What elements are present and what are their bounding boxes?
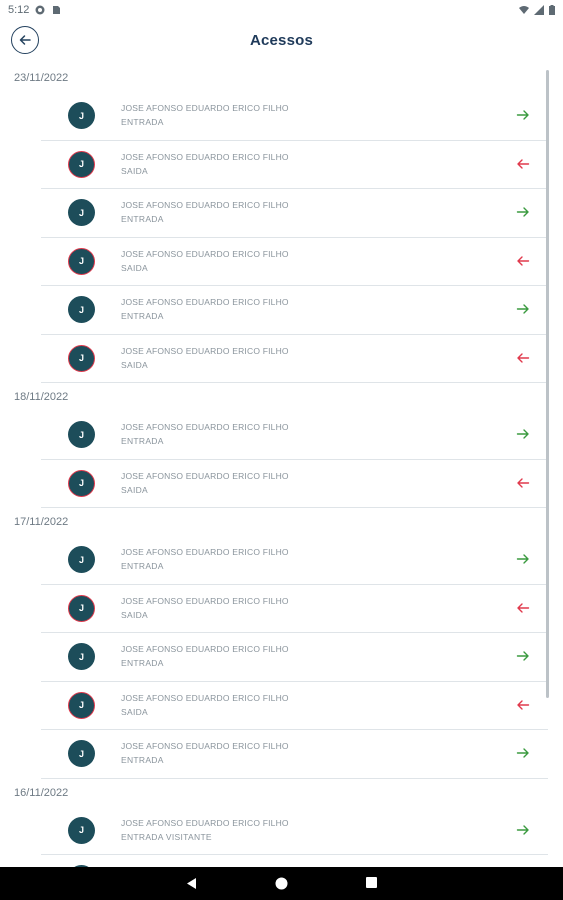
access-row[interactable]: J JOSE AFONSO EDUARDO ERICO FILHO SAIDA — [41, 682, 548, 730]
access-row[interactable]: J JOSE AFONSO EDUARDO ERICO FILHO ENTRADA — [41, 411, 548, 460]
access-row[interactable]: JJOSE AFONSO EDUARDO ERICO FILHOENTRADA — [41, 855, 548, 867]
person-name: JOSE AFONSO EDUARDO ERICO FILHO — [121, 741, 289, 751]
access-type: ENTRADA — [121, 214, 164, 224]
scrollbar[interactable] — [546, 70, 549, 698]
arrow-right-icon — [516, 110, 529, 120]
avatar: J — [68, 150, 95, 178]
person-name: JOSE AFONSO EDUARDO ERICO FILHO — [121, 644, 289, 654]
app-bar: Acessos — [0, 20, 563, 64]
avatar: J — [68, 296, 95, 323]
arrow-right-icon — [516, 207, 529, 217]
access-type: ENTRADA — [121, 311, 164, 321]
person-name: JOSE AFONSO EDUARDO ERICO FILHO — [121, 345, 289, 356]
person-name: JOSE AFONSO EDUARDO ERICO FILHO — [121, 103, 289, 113]
arrow-right-icon — [516, 748, 529, 758]
access-row[interactable]: J JOSE AFONSO EDUARDO ERICO FILHO ENTRADA — [41, 92, 548, 141]
sync-icon — [35, 5, 45, 15]
person-name: JOSE AFONSO EDUARDO ERICO FILHO — [121, 470, 289, 481]
nav-home-icon[interactable] — [275, 877, 288, 890]
access-type: SAIDA — [121, 165, 149, 176]
status-bar: 5:12 — [0, 0, 563, 20]
nav-back-icon[interactable] — [185, 877, 197, 890]
arrow-right-icon — [516, 429, 529, 439]
arrow-left-icon — [517, 477, 530, 488]
person-name: JOSE AFONSO EDUARDO ERICO FILHO — [121, 422, 289, 432]
person-name: JOSE AFONSO EDUARDO ERICO FILHO — [121, 692, 289, 703]
access-type: ENTRADA — [121, 561, 164, 571]
access-row[interactable]: J JOSE AFONSO EDUARDO ERICO FILHO SAIDA — [41, 238, 548, 286]
access-type: SAIDA — [121, 609, 149, 620]
access-row[interactable]: J JOSE AFONSO EDUARDO ERICO FILHO ENTRADA — [41, 189, 548, 238]
person-name: JOSE AFONSO EDUARDO ERICO FILHO — [121, 248, 289, 259]
status-left: 5:12 — [8, 4, 61, 16]
person-name: JOSE AFONSO EDUARDO ERICO FILHO — [121, 817, 289, 828]
access-type: ENTRADA — [121, 755, 164, 765]
access-row[interactable]: J JOSE AFONSO EDUARDO ERICO FILHO SAIDA — [41, 141, 548, 189]
arrow-left-icon — [517, 699, 530, 710]
access-type: ENTRADA — [121, 117, 164, 127]
avatar: J — [68, 740, 95, 767]
arrow-left-icon — [517, 158, 530, 169]
date-header: 17/11/2022 — [14, 516, 69, 528]
access-row[interactable]: J JOSE AFONSO EDUARDO ERICO FILHO ENTRADA — [41, 730, 548, 779]
access-row[interactable]: J JOSE AFONSO EDUARDO ERICO FILHO SAIDA — [41, 585, 548, 633]
access-row[interactable]: J JOSE AFONSO EDUARDO ERICO FILHO ENTRADA — [41, 536, 548, 585]
access-row[interactable]: J JOSE AFONSO EDUARDO ERICO FILHO ENTRADA — [41, 633, 548, 682]
person-name: JOSE AFONSO EDUARDO ERICO FILHO — [121, 200, 289, 210]
access-type: SAIDA — [121, 484, 149, 495]
arrow-left-icon — [517, 255, 530, 266]
person-name: JOSE AFONSO EDUARDO ERICO FILHO — [121, 595, 289, 606]
person-name: JOSE AFONSO EDUARDO ERICO FILHO — [121, 547, 289, 557]
date-header: 18/11/2022 — [14, 391, 69, 403]
person-name: JOSE AFONSO EDUARDO ERICO FILHO — [121, 297, 289, 307]
avatar: J — [68, 102, 95, 129]
avatar: J — [68, 816, 95, 844]
access-type: SAIDA — [121, 262, 149, 273]
date-header: 23/11/2022 — [14, 72, 69, 84]
access-row[interactable]: J JOSE AFONSO EDUARDO ERICO FILHO SAIDA — [41, 335, 548, 383]
avatar: J — [68, 469, 95, 497]
avatar: J — [68, 546, 95, 573]
avatar: J — [68, 594, 95, 622]
page-title: Acessos — [249, 32, 314, 49]
avatar: J — [68, 421, 95, 448]
access-type: ENTRADA — [121, 436, 164, 446]
arrow-left-icon — [517, 602, 530, 613]
access-row[interactable]: J JOSE AFONSO EDUARDO ERICO FILHO ENTRADA — [41, 286, 548, 335]
avatar: J — [68, 643, 95, 670]
signal-icon — [534, 5, 544, 15]
access-row[interactable]: J JOSE AFONSO EDUARDO ERICO FILHO SAIDA — [41, 460, 548, 508]
arrow-right-icon — [516, 824, 529, 835]
arrow-right-icon — [516, 304, 529, 314]
avatar: J — [68, 344, 95, 372]
arrow-left-icon — [517, 352, 530, 363]
arrow-right-icon — [516, 651, 529, 661]
avatar: J — [68, 247, 95, 275]
access-type: SAIDA — [121, 706, 149, 717]
wifi-icon — [519, 6, 529, 14]
access-type: ENTRADA VISITANTE — [121, 831, 212, 842]
date-header: 16/11/2022 — [14, 786, 69, 799]
status-time: 5:12 — [8, 4, 30, 16]
access-type: ENTRADA — [121, 658, 164, 668]
access-row[interactable]: J JOSE AFONSO EDUARDO ERICO FILHO ENTRADA … — [41, 807, 548, 855]
access-type: SAIDA — [121, 359, 149, 370]
avatar: J — [68, 199, 95, 226]
status-right — [519, 5, 555, 15]
person-name: JOSE AFONSO EDUARDO ERICO FILHO — [121, 151, 289, 162]
arrow-right-icon — [516, 554, 529, 564]
avatar: J — [68, 691, 95, 719]
battery-icon — [549, 5, 555, 15]
access-list[interactable]: 23/11/2022 J JOSE AFONSO EDUARDO ERICO FIL… — [0, 64, 563, 867]
system-nav-bar — [0, 867, 563, 900]
sd-card-icon — [53, 6, 61, 14]
nav-recents-icon[interactable] — [366, 877, 377, 888]
